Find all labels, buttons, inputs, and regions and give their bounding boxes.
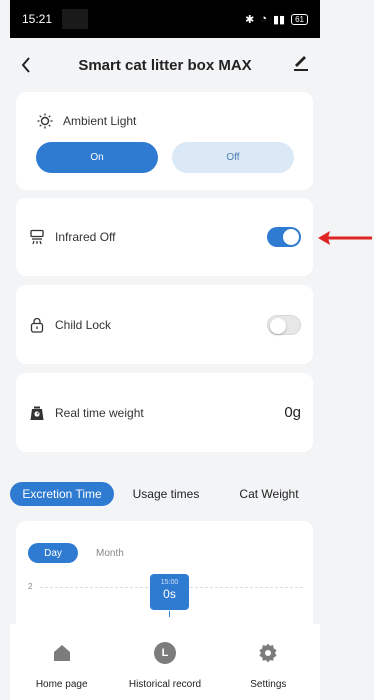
bottom-nav: Home page L Historical record Settings [10,624,320,700]
period-day-button[interactable]: Day [28,543,78,563]
infrared-toggle[interactable] [267,227,301,247]
nav-settings-label: Settings [250,679,287,690]
nav-history-label: Historical record [128,679,202,690]
stats-tabs: Excretion Time Usage times Cat Weight [10,479,320,509]
child-lock-card: Child Lock [16,285,313,364]
light-icon [36,112,54,130]
tab-excretion-time[interactable]: Excretion Time [10,482,114,506]
ambient-off-button[interactable]: Off [172,142,294,173]
y-tick-label: 2 [28,582,33,591]
nav-settings[interactable]: Settings [217,624,320,700]
scale-icon [28,404,46,422]
pencil-icon [294,56,308,71]
battery-icon: 61 [291,13,308,25]
weight-value: 0g [284,404,301,421]
infrared-label: Infrared Off [55,230,116,244]
bluetooth-icon: ✱ [245,13,255,26]
nav-history[interactable]: L Historical record [113,624,216,700]
lock-icon [28,316,46,334]
nav-home-label: Home page [35,679,88,690]
app-header: Smart cat litter box MAX [10,38,320,92]
annotation-arrow-icon [318,231,372,245]
ambient-on-button[interactable]: On [36,142,158,173]
back-button[interactable] [20,54,32,80]
weight-card: Real time weight 0g [16,373,313,452]
edit-button[interactable] [292,52,310,72]
toggle-knob [270,317,286,334]
chart-tooltip: 15:00 0s [150,574,189,610]
chart-card: Day Month 2 15:00 0s [16,521,313,631]
notification-icon [62,9,89,29]
child-lock-toggle[interactable] [267,314,301,335]
tab-usage-times[interactable]: Usage times [114,482,218,506]
period-month-button[interactable]: Month [96,548,124,559]
gear-icon [257,642,279,664]
nav-home[interactable]: Home page [10,624,113,700]
infrared-card: Infrared Off [16,198,313,276]
tooltip-time: 15:00 [160,579,179,586]
infrared-icon [28,228,46,246]
page-title: Smart cat litter box MAX [78,56,252,74]
tooltip-value: 0s [163,587,176,601]
weight-label: Real time weight [55,405,144,420]
system-icons: ✱ ◔ ▮▮ 61 [245,13,308,26]
ambient-light-label: Ambient Light [63,114,137,128]
status-time: 15:21 [22,12,53,26]
tooltip-stem [169,611,170,617]
chevron-left-icon [21,57,30,73]
child-lock-label: Child Lock [55,317,112,332]
home-icon [51,642,73,664]
signal-icon: ▮▮ [272,13,286,26]
status-bar: 15:21 ✱ ◔ ▮▮ 61 [10,0,320,38]
tab-cat-weight[interactable]: Cat Weight [218,482,320,506]
wifi-icon: ◔ [260,13,267,25]
history-icon: L [153,642,176,664]
history-badge: L [153,642,176,664]
ambient-light-card: Ambient Light On Off [16,92,313,190]
toggle-knob [283,229,299,245]
